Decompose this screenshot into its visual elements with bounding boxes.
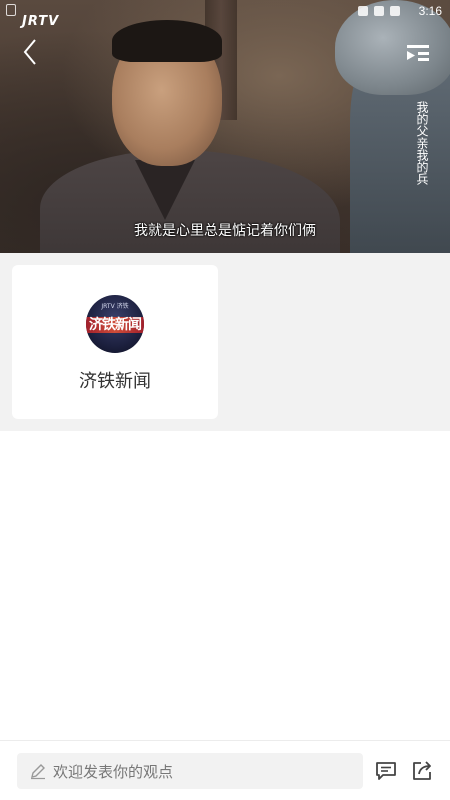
wifi-icon xyxy=(358,6,368,16)
comments-button[interactable] xyxy=(372,757,400,785)
channel-title: 济铁新闻 xyxy=(79,371,151,392)
channel-avatar: JRTV 济铁 济铁新闻 xyxy=(86,295,144,353)
share-button[interactable] xyxy=(408,757,436,785)
program-watermark: 我的父亲我的兵 xyxy=(415,101,429,185)
app-root: JRTV 3:16 我的父亲我的兵 我就是心里总是惦记着你们俩 JRTV 济铁 … xyxy=(0,0,450,800)
status-icons xyxy=(358,6,400,16)
channel-logo: JRTV xyxy=(22,14,60,29)
pencil-icon xyxy=(31,764,45,780)
battery-icon xyxy=(390,6,400,16)
comment-bar: 欢迎发表你的观点 xyxy=(0,740,450,800)
chevron-left-icon xyxy=(23,39,36,65)
avatar-text: 济铁新闻 xyxy=(89,317,142,333)
video-player[interactable]: JRTV 3:16 我的父亲我的兵 我就是心里总是惦记着你们俩 xyxy=(0,0,450,253)
comment-icon xyxy=(376,762,396,780)
back-button[interactable] xyxy=(14,36,46,68)
playlist-button[interactable] xyxy=(402,38,434,70)
notification-icon xyxy=(6,4,16,16)
comment-input[interactable]: 欢迎发表你的观点 xyxy=(17,753,363,789)
video-subtitle: 我就是心里总是惦记着你们俩 xyxy=(134,223,316,239)
comment-placeholder: 欢迎发表你的观点 xyxy=(53,762,174,781)
signal-icon xyxy=(374,6,384,16)
avatar-small-text: JRTV 济铁 xyxy=(101,303,129,310)
channel-card[interactable]: JRTV 济铁 济铁新闻 济铁新闻 xyxy=(12,265,218,419)
playlist-icon xyxy=(407,45,429,61)
video-frame-person xyxy=(40,10,340,253)
channel-section: JRTV 济铁 济铁新闻 济铁新闻 xyxy=(0,253,450,431)
status-time: 3:16 xyxy=(418,4,442,18)
share-icon xyxy=(413,761,431,780)
